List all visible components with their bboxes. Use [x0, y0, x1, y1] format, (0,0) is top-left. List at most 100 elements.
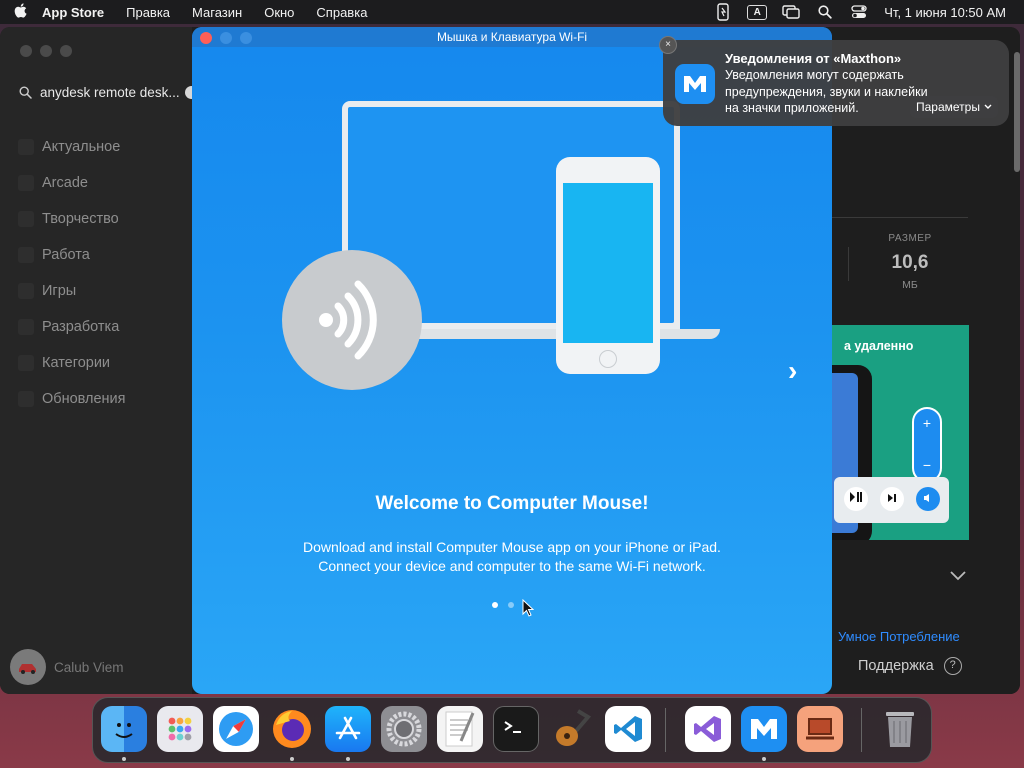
notification-options-button[interactable]: Параметры	[910, 96, 998, 118]
search-icon	[10, 85, 40, 99]
avatar	[10, 649, 46, 685]
notification-title: Уведомления от «Maxthon»	[725, 51, 902, 66]
discover-icon	[18, 139, 34, 155]
firefox-icon[interactable]	[269, 706, 315, 752]
dock-separator	[861, 708, 862, 752]
close-window-button[interactable]	[20, 45, 32, 57]
remote-desktop-icon[interactable]	[797, 706, 843, 752]
window-controls	[20, 45, 72, 57]
media-controls-illustration	[834, 477, 949, 523]
zoom-window-button[interactable]	[60, 45, 72, 57]
updates-icon	[18, 391, 34, 407]
menu-bar-clock[interactable]: Чт, 1 июня 10:50 AM	[876, 5, 1024, 20]
app-store-sidebar: anydesk remote desk... Актуальное Arcade…	[0, 27, 198, 694]
menu-help[interactable]: Справка	[305, 5, 378, 20]
page-dot-active[interactable]	[492, 602, 498, 608]
size-label: РАЗМЕР	[888, 233, 932, 244]
support-link[interactable]: Поддержка ?	[858, 657, 962, 675]
system-preferences-icon[interactable]	[381, 706, 427, 752]
menu-bar: App Store Правка Магазин Окно Справка A …	[0, 0, 1024, 24]
launchpad-icon[interactable]	[157, 706, 203, 752]
welcome-description: Download and install Computer Mouse app …	[192, 538, 832, 576]
sidebar-item-label: Arcade	[42, 175, 88, 191]
developer-link[interactable]: Умное Потребление	[838, 629, 960, 644]
garageband-icon[interactable]	[549, 706, 595, 752]
play-pause-icon	[844, 487, 868, 511]
terminal-icon[interactable]	[493, 706, 539, 752]
sidebar-item-updates[interactable]: Обновления	[0, 381, 192, 417]
size-value: 10,6	[891, 252, 929, 273]
minimize-window-button[interactable]	[40, 45, 52, 57]
screen-mirroring-icon[interactable]	[774, 0, 808, 24]
zoom-window-button[interactable]	[240, 32, 252, 44]
support-label: Поддержка	[858, 658, 934, 674]
page-indicator	[492, 602, 514, 608]
close-notification-button[interactable]: ×	[659, 36, 677, 54]
menu-store[interactable]: Магазин	[181, 5, 253, 20]
minimize-window-button[interactable]	[220, 32, 232, 44]
spotlight-search-icon[interactable]	[808, 0, 842, 24]
user-account[interactable]: Calub Viem	[10, 649, 124, 685]
wifi-signal-icon	[282, 250, 422, 390]
running-indicator	[762, 757, 766, 761]
divider	[832, 217, 968, 218]
notification-banner[interactable]: × Уведомления от «Maxthon» Уведомления м…	[659, 36, 1009, 126]
sidebar-item-label: Обновления	[42, 391, 126, 407]
plus-icon: +	[922, 415, 932, 431]
app-store-icon[interactable]	[325, 706, 371, 752]
sidebar-item-discover[interactable]: Актуальное	[0, 129, 192, 165]
apple-menu-icon[interactable]	[0, 2, 40, 22]
visual-studio-icon[interactable]	[685, 706, 731, 752]
screenshot-caption: а удаленно	[844, 339, 914, 353]
sidebar-item-label: Категории	[42, 355, 111, 371]
chevron-down-icon[interactable]	[950, 565, 966, 586]
arcade-icon	[18, 175, 34, 191]
sidebar-item-arcade[interactable]: Arcade	[0, 165, 192, 201]
sidebar-item-play[interactable]: Игры	[0, 273, 192, 309]
skip-forward-icon	[880, 487, 904, 511]
sidebar-item-label: Творчество	[42, 211, 119, 227]
categories-icon	[18, 355, 34, 371]
search-input[interactable]: anydesk remote desk...	[40, 85, 180, 100]
play-icon	[18, 283, 34, 299]
finder-icon[interactable]	[101, 706, 147, 752]
window-controls	[200, 32, 252, 44]
sidebar-item-categories[interactable]: Категории	[0, 345, 192, 381]
menu-edit[interactable]: Правка	[115, 5, 181, 20]
chevron-down-icon	[984, 104, 992, 109]
visual-studio-code-icon[interactable]	[605, 706, 651, 752]
page-dot[interactable]	[508, 602, 514, 608]
user-name: Calub Viem	[54, 659, 124, 675]
menu-window[interactable]: Окно	[253, 5, 305, 20]
safari-icon[interactable]	[213, 706, 259, 752]
battery-status-icon[interactable]	[706, 0, 740, 24]
sidebar-item-label: Игры	[42, 283, 77, 299]
scrollbar[interactable]	[1014, 52, 1020, 172]
help-icon[interactable]: ?	[943, 657, 962, 675]
develop-icon	[18, 319, 34, 335]
control-center-icon[interactable]	[842, 0, 876, 24]
notification-body: Уведомления могут содержать предупрежден…	[725, 68, 928, 115]
speaker-icon	[916, 487, 940, 511]
trash-icon[interactable]	[877, 706, 923, 752]
size-unit: МБ	[902, 279, 918, 291]
textedit-icon[interactable]	[437, 706, 483, 752]
computer-mouse-welcome-window: Мышка и Клавиатура Wi-Fi › Welcome to Co…	[192, 27, 832, 694]
next-page-button[interactable]: ›	[788, 355, 797, 387]
phone-illustration	[556, 157, 660, 374]
search-field[interactable]: anydesk remote desk...	[10, 78, 198, 106]
input-source-icon[interactable]: A	[740, 0, 774, 24]
description-line: Connect your device and computer to the …	[318, 558, 706, 574]
sidebar-item-create[interactable]: Творчество	[0, 201, 192, 237]
minus-icon: −	[922, 457, 932, 473]
app-screenshot-preview[interactable]: а удаленно + −	[832, 325, 969, 540]
menu-app-store[interactable]: App Store	[40, 5, 115, 20]
maxthon-icon[interactable]	[741, 706, 787, 752]
sidebar-item-work[interactable]: Работа	[0, 237, 192, 273]
close-window-button[interactable]	[200, 32, 212, 44]
running-indicator	[346, 757, 350, 761]
sidebar-item-develop[interactable]: Разработка	[0, 309, 192, 345]
app-size-info: РАЗМЕР 10,6 МБ	[880, 233, 940, 291]
sidebar-item-label: Разработка	[42, 319, 120, 335]
options-label: Параметры	[916, 100, 980, 114]
